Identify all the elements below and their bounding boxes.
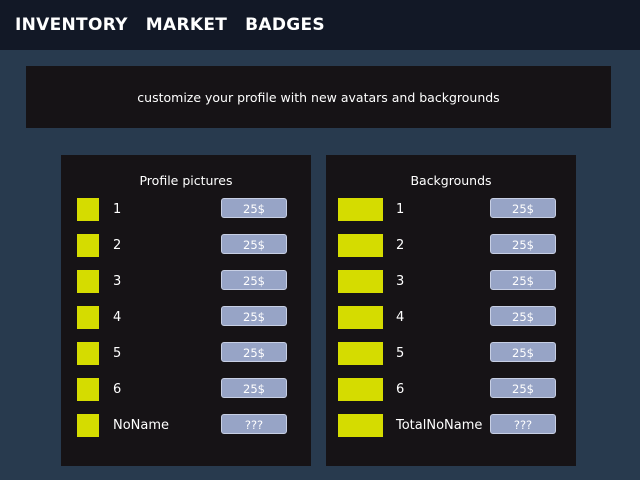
buy-button[interactable]: ??? [490, 414, 556, 434]
profile-picture-label: NoName [113, 418, 170, 433]
background-row: TotalNoName ??? [326, 414, 576, 438]
buy-button[interactable]: 25$ [490, 234, 556, 254]
background-preview [338, 270, 383, 293]
nav-market[interactable]: MARKET [146, 15, 227, 35]
profile-picture-label: 2 [113, 238, 122, 253]
info-banner: customize your profile with new avatars … [26, 66, 611, 128]
background-preview [338, 234, 383, 257]
buy-button[interactable]: 25$ [221, 198, 287, 218]
background-row: 1 25$ [326, 198, 576, 222]
panel-title: Profile pictures [139, 173, 233, 188]
profile-picture-row: 6 25$ [61, 378, 311, 402]
buy-button[interactable]: 25$ [490, 342, 556, 362]
profile-picture-label: 5 [113, 346, 122, 361]
background-row: 5 25$ [326, 342, 576, 366]
buy-button[interactable]: 25$ [221, 270, 287, 290]
profile-picture-label: 3 [113, 274, 122, 289]
top-nav: INVENTORY MARKET BADGES [0, 0, 640, 50]
background-preview [338, 378, 383, 401]
profile-picture-label: 4 [113, 310, 122, 325]
background-preview [338, 198, 383, 221]
background-label: 6 [396, 382, 405, 397]
background-preview [338, 414, 383, 437]
banner-text: customize your profile with new avatars … [137, 89, 500, 105]
profile-picture-preview [77, 306, 99, 329]
buy-button[interactable]: 25$ [490, 198, 556, 218]
background-label: 5 [396, 346, 405, 361]
profile-pictures-panel: Profile pictures 1 25$ 2 25$ 3 25$ 4 25$… [61, 155, 311, 466]
profile-picture-preview [77, 234, 99, 257]
profile-picture-row: 2 25$ [61, 234, 311, 258]
background-row: 4 25$ [326, 306, 576, 330]
buy-button[interactable]: ??? [221, 414, 287, 434]
profile-picture-row: 1 25$ [61, 198, 311, 222]
nav-inventory[interactable]: INVENTORY [15, 15, 128, 35]
background-row: 6 25$ [326, 378, 576, 402]
buy-button[interactable]: 25$ [490, 270, 556, 290]
profile-picture-row: NoName ??? [61, 414, 311, 438]
nav-badges[interactable]: BADGES [245, 15, 325, 35]
background-row: 2 25$ [326, 234, 576, 258]
profile-picture-row: 4 25$ [61, 306, 311, 330]
profile-picture-row: 3 25$ [61, 270, 311, 294]
buy-button[interactable]: 25$ [490, 306, 556, 326]
background-row: 3 25$ [326, 270, 576, 294]
backgrounds-panel: Backgrounds 1 25$ 2 25$ 3 25$ 4 25$ 5 25… [326, 155, 576, 466]
profile-picture-preview [77, 378, 99, 401]
panel-title: Backgrounds [410, 173, 492, 188]
profile-picture-preview [77, 270, 99, 293]
buy-button[interactable]: 25$ [221, 234, 287, 254]
profile-picture-row: 5 25$ [61, 342, 311, 366]
buy-button[interactable]: 25$ [221, 306, 287, 326]
background-label: 3 [396, 274, 405, 289]
background-label: 1 [396, 202, 405, 217]
buy-button[interactable]: 25$ [490, 378, 556, 398]
background-label: 4 [396, 310, 405, 325]
profile-picture-preview [77, 414, 99, 437]
profile-picture-preview [77, 342, 99, 365]
background-preview [338, 342, 383, 365]
profile-picture-preview [77, 198, 99, 221]
background-label: TotalNoName [396, 418, 483, 433]
buy-button[interactable]: 25$ [221, 342, 287, 362]
background-label: 2 [396, 238, 405, 253]
profile-picture-label: 1 [113, 202, 122, 217]
profile-picture-label: 6 [113, 382, 122, 397]
background-preview [338, 306, 383, 329]
buy-button[interactable]: 25$ [221, 378, 287, 398]
